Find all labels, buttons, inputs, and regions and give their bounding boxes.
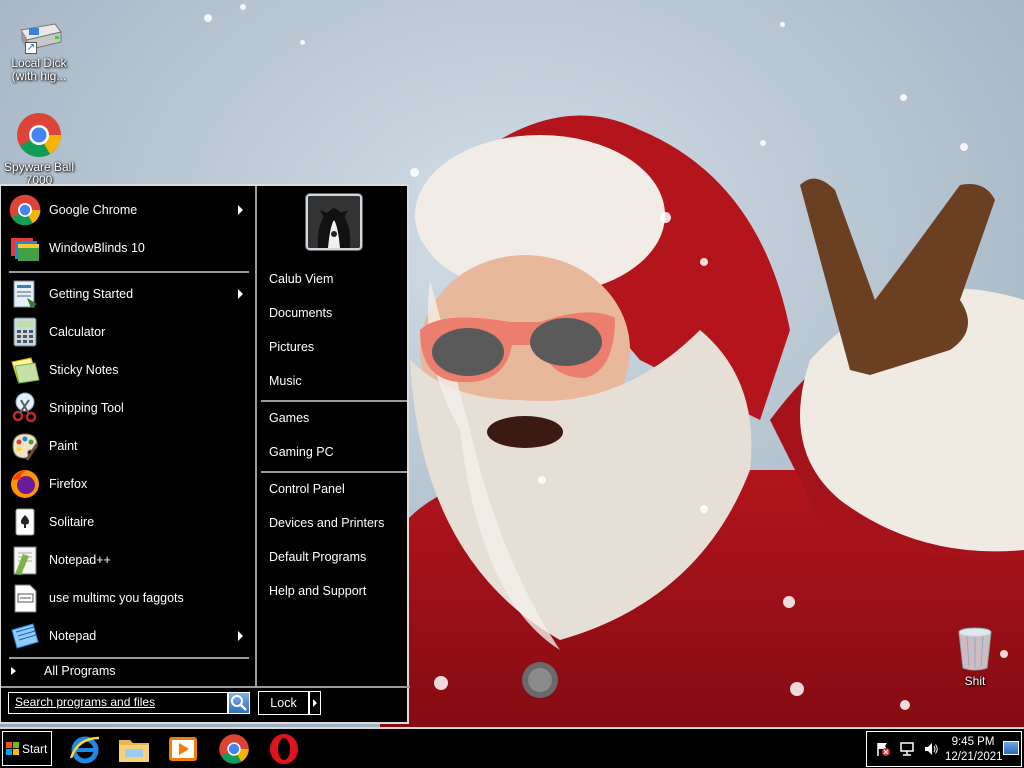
desktop-icon-spyware-ball[interactable]: Spyware Ball 7000 [0,112,78,187]
submenu-arrow-icon [238,631,243,641]
notepadpp-icon [9,544,41,576]
start-item-firefox[interactable]: Firefox [9,467,249,501]
calculator-icon [9,316,41,348]
start-button[interactable]: Start [2,731,52,766]
start-item-paint[interactable]: Paint [9,429,249,463]
snipping-tool-icon [9,392,41,424]
start-item-windowblinds[interactable]: WindowBlinds 10 [9,231,249,265]
start-menu-bottom-separator [1,686,410,688]
file-icon [9,582,41,614]
place-help-and-support[interactable]: Help and Support [269,584,366,598]
place-games[interactable]: Games [269,411,309,425]
places-separator [261,400,407,402]
chrome-icon [9,194,41,226]
shortcut-arrow-icon: ↗ [25,42,37,54]
lock-button[interactable]: Lock [258,691,309,715]
taskbar: Start 9:45 PM 12/21/2021 [0,727,1024,768]
firefox-icon [9,468,41,500]
search-programs-input[interactable]: Search programs and files [8,692,228,714]
opera-icon[interactable] [267,732,301,766]
place-documents[interactable]: Documents [269,306,332,320]
start-menu-separator [9,271,249,273]
power-options-arrow-button[interactable] [309,691,321,715]
all-programs-button[interactable]: All Programs [11,664,116,678]
start-item-notepadpp[interactable]: Notepad++ [9,543,249,577]
start-menu: Google Chrome WindowBlinds 10 Getting St… [0,184,410,724]
start-item-notepad[interactable]: Notepad [9,619,249,653]
magnifier-icon [231,695,247,711]
chrome-icon [16,112,62,158]
place-default-programs[interactable]: Default Programs [269,550,366,564]
recycle-bin-icon [957,626,993,672]
desktop-icon-local-disk[interactable]: ↗ Local Dick (with hig... [0,20,78,83]
windowblinds-icon [9,232,41,264]
media-player-icon[interactable] [166,732,200,766]
internet-explorer-icon[interactable] [68,732,102,766]
notification-area: 9:45 PM 12/21/2021 [866,731,1022,767]
action-center-flag-icon[interactable] [875,741,891,757]
start-menu-separator [9,657,249,659]
place-music[interactable]: Music [269,374,302,388]
chrome-icon[interactable] [217,732,251,766]
clock[interactable]: 9:45 PM 12/21/2021 [945,735,1003,765]
submenu-arrow-icon [238,205,243,215]
notepad-icon [9,620,41,652]
network-icon[interactable] [899,741,915,757]
show-desktop-icon[interactable] [1003,741,1019,755]
solitaire-icon [9,506,41,538]
place-devices-and-printers[interactable]: Devices and Printers [269,516,384,530]
volume-icon[interactable] [923,741,939,757]
paint-icon [9,430,41,462]
start-item-snipping-tool[interactable]: Snipping Tool [9,391,249,425]
start-menu-places-pane: Calub Viem Documents Pictures Music Game… [255,186,407,686]
windows-logo-icon [6,741,19,755]
start-item-solitaire[interactable]: Solitaire [9,505,249,539]
desktop-icon-recycle-bin[interactable]: Shit [950,626,1000,688]
clock-date: 12/21/2021 [945,751,1003,763]
clock-time: 9:45 PM [951,736,995,748]
start-item-calculator[interactable]: Calculator [9,315,249,349]
getting-started-icon [9,278,41,310]
place-control-panel[interactable]: Control Panel [269,482,345,496]
submenu-arrow-icon [238,289,243,299]
start-item-multimc-file[interactable]: use multimc you faggots [9,581,249,615]
place-pictures[interactable]: Pictures [269,340,314,354]
start-item-getting-started[interactable]: Getting Started [9,277,249,311]
file-explorer-icon[interactable] [117,732,151,766]
user-avatar[interactable] [306,194,362,250]
start-item-google-chrome[interactable]: Google Chrome [9,193,249,227]
start-item-sticky-notes[interactable]: Sticky Notes [9,353,249,387]
search-button[interactable] [228,692,250,714]
places-separator [261,471,407,473]
place-computer[interactable]: Gaming PC [269,445,334,459]
start-menu-programs-pane: Google Chrome WindowBlinds 10 Getting St… [1,186,254,722]
place-user-folder[interactable]: Calub Viem [269,272,333,286]
drive-icon: ↗ [15,20,63,54]
dog-avatar-image [308,196,360,248]
expand-arrow-icon [11,667,16,675]
sticky-notes-icon [9,354,41,386]
